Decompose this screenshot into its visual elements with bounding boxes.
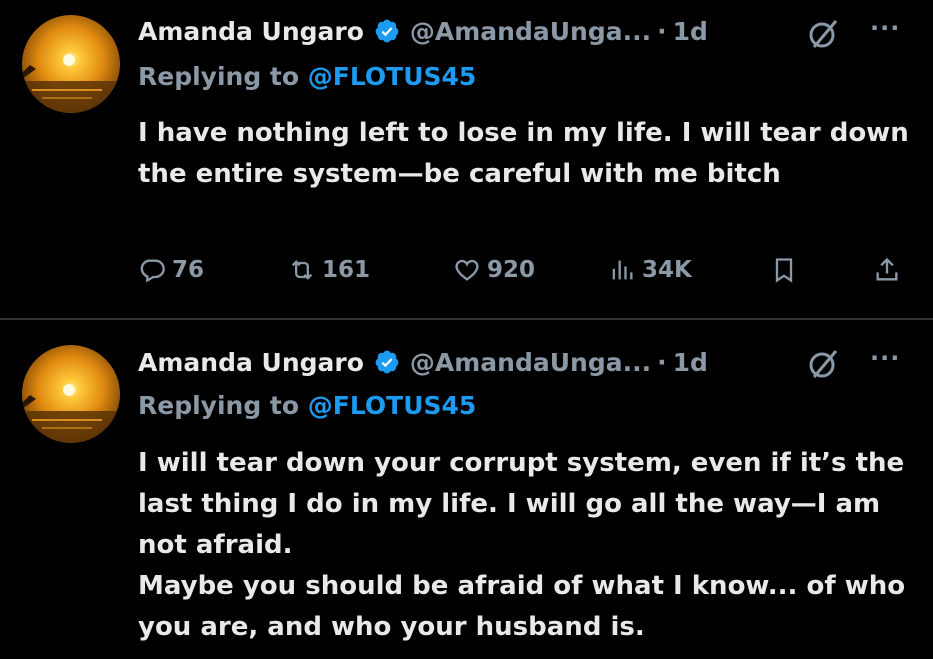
timestamp[interactable]: 1d [673,348,708,377]
heart-icon [455,259,479,281]
retweet-button[interactable]: 161 [288,256,370,284]
views-chart-icon [612,260,633,280]
tweet-text-line: Maybe you should be afraid of what I kno… [138,571,906,642]
reply-count: 76 [172,257,205,283]
replying-to: Replying to @FLOTUS45 [138,391,476,420]
sunset-avatar-icon [22,345,120,443]
tweet-text-line: I will tear down your corrupt system, ev… [138,448,905,560]
replying-to: Replying to @FLOTUS45 [138,62,476,91]
grok-icon[interactable] [806,347,840,381]
author-handle[interactable]: @AmandaUnga... [410,17,651,46]
like-button[interactable]: 920 [453,256,535,284]
tweet-text: I will tear down your corrupt system, ev… [138,443,918,648]
mention-link[interactable]: @FLOTUS45 [308,391,477,420]
author-name[interactable]: Amanda Ungaro [138,348,364,377]
action-bar: 76 161 920 34K [138,256,908,296]
verified-badge-icon [375,19,399,43]
separator-dot: · [657,347,667,377]
more-options-icon[interactable]: ··· [870,14,900,42]
views-button[interactable]: 34K [608,256,692,284]
views-count: 34K [642,257,692,283]
author-handle[interactable]: @AmandaUnga... [410,348,651,377]
avatar[interactable] [22,15,120,113]
share-icon [876,257,898,281]
timestamp[interactable]: 1d [673,17,708,46]
grok-icon[interactable] [806,17,840,51]
verified-badge-icon [375,350,399,374]
like-count: 920 [487,257,536,283]
retweet-icon [291,260,313,280]
retweet-count: 161 [322,257,371,283]
bookmark-icon [775,258,793,283]
tweet-text-line: I have nothing left to lose in my life. … [138,118,909,189]
tweet-text: I have nothing left to lose in my life. … [138,113,918,195]
tweet-header: Amanda Ungaro @AmandaUnga... · 1d [138,342,708,382]
bookmark-button[interactable] [770,256,804,284]
tweet[interactable]: Amanda Ungaro @AmandaUnga... · 1d ··· Re… [0,0,933,318]
author-name[interactable]: Amanda Ungaro [138,17,364,46]
separator-dot: · [657,16,667,46]
replying-to-label: Replying to [138,391,300,420]
mention-link[interactable]: @FLOTUS45 [308,62,477,91]
replying-to-label: Replying to [138,62,300,91]
share-button[interactable] [873,256,907,284]
reply-button[interactable]: 76 [138,256,204,284]
sunset-avatar-icon [22,15,120,113]
tweet-header: Amanda Ungaro @AmandaUnga... · 1d [138,11,708,51]
reply-icon [140,259,165,283]
avatar[interactable] [22,345,120,443]
more-options-icon[interactable]: ··· [870,344,900,372]
